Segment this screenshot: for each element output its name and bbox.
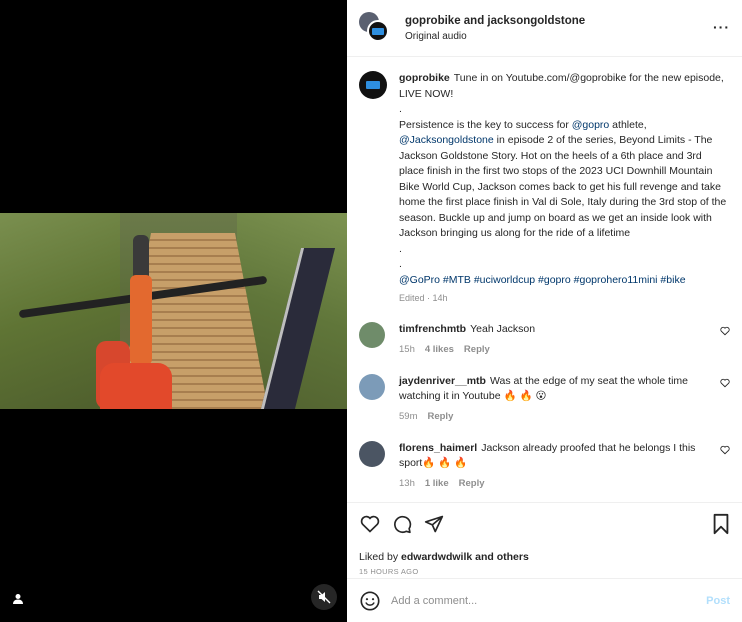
- mute-toggle-button[interactable]: [311, 584, 337, 610]
- caption-meta: Edited · 14h: [399, 293, 448, 303]
- liked-by-user[interactable]: edwardwdwilk: [401, 551, 472, 563]
- like-button[interactable]: [359, 513, 381, 535]
- comment-username[interactable]: timfrenchmtb: [399, 323, 466, 335]
- avatar[interactable]: [359, 440, 385, 467]
- add-comment-bar: Post: [347, 578, 742, 622]
- hashtags[interactable]: @GoPro #MTB #uciworldcup #gopro #goprohe…: [399, 274, 686, 286]
- reply-button[interactable]: Reply: [459, 478, 485, 489]
- comment-username[interactable]: florens_haimerl: [399, 442, 477, 454]
- post-details-panel: goprobike and jacksongoldstone Original …: [347, 0, 742, 622]
- comment-input[interactable]: [391, 594, 707, 607]
- post-timestamp: 15 HOURS AGO: [359, 567, 419, 576]
- post-caption: goprobike Tune in on Youtube.com/@goprobi…: [359, 71, 730, 303]
- muted-speaker-icon: [317, 590, 331, 604]
- mention-link[interactable]: @Jacksongoldstone: [399, 134, 494, 146]
- likes-count[interactable]: 1 like: [425, 478, 449, 489]
- reply-button[interactable]: Reply: [427, 411, 453, 422]
- likes-count[interactable]: 4 likes: [425, 344, 454, 355]
- post-modal: goprobike and jacksongoldstone Original …: [0, 0, 742, 622]
- heart-icon[interactable]: [720, 326, 730, 336]
- avatar[interactable]: [359, 71, 387, 99]
- comment-item: timfrenchmtb Yeah Jackson 15h 4 likes Rep…: [359, 322, 730, 355]
- more-options-icon[interactable]: ···: [713, 20, 730, 34]
- post-button[interactable]: Post: [706, 595, 730, 607]
- avatar[interactable]: [359, 322, 385, 348]
- emoji-icon[interactable]: [359, 590, 381, 612]
- heart-icon[interactable]: [720, 378, 730, 388]
- reply-button[interactable]: Reply: [464, 344, 490, 355]
- heart-icon: [360, 515, 380, 533]
- heart-icon[interactable]: [720, 445, 730, 455]
- liked-by: Liked by edwardwdwilk and others: [359, 551, 529, 563]
- comment-item: florens_haimerl Jackson already proofed t…: [359, 440, 730, 489]
- bookmark-icon[interactable]: [710, 513, 732, 535]
- comment-username[interactable]: jaydenriver__mtb: [399, 375, 486, 387]
- avatar[interactable]: [359, 373, 385, 400]
- mention-link[interactable]: @gopro: [572, 119, 610, 131]
- share-button[interactable]: [423, 513, 445, 535]
- caption-username[interactable]: goprobike: [399, 72, 450, 84]
- comments-scroll[interactable]: goprobike Tune in on Youtube.com/@goprobi…: [347, 57, 742, 502]
- collab-avatars[interactable]: [359, 12, 391, 44]
- liked-by-others[interactable]: and others: [472, 551, 529, 563]
- video-frame[interactable]: [0, 213, 347, 409]
- video-pane[interactable]: [0, 0, 347, 622]
- audio-label[interactable]: Original audio: [405, 31, 585, 42]
- comment-button[interactable]: [391, 513, 413, 535]
- avatar[interactable]: [367, 20, 389, 42]
- post-header: goprobike and jacksongoldstone Original …: [347, 0, 742, 57]
- comment-icon: [394, 515, 412, 534]
- person-tag-icon[interactable]: [9, 590, 27, 608]
- comment-item: jaydenriver__mtb Was at the edge of my se…: [359, 373, 730, 422]
- post-authors[interactable]: goprobike and jacksongoldstone: [405, 15, 585, 27]
- share-icon: [424, 515, 444, 533]
